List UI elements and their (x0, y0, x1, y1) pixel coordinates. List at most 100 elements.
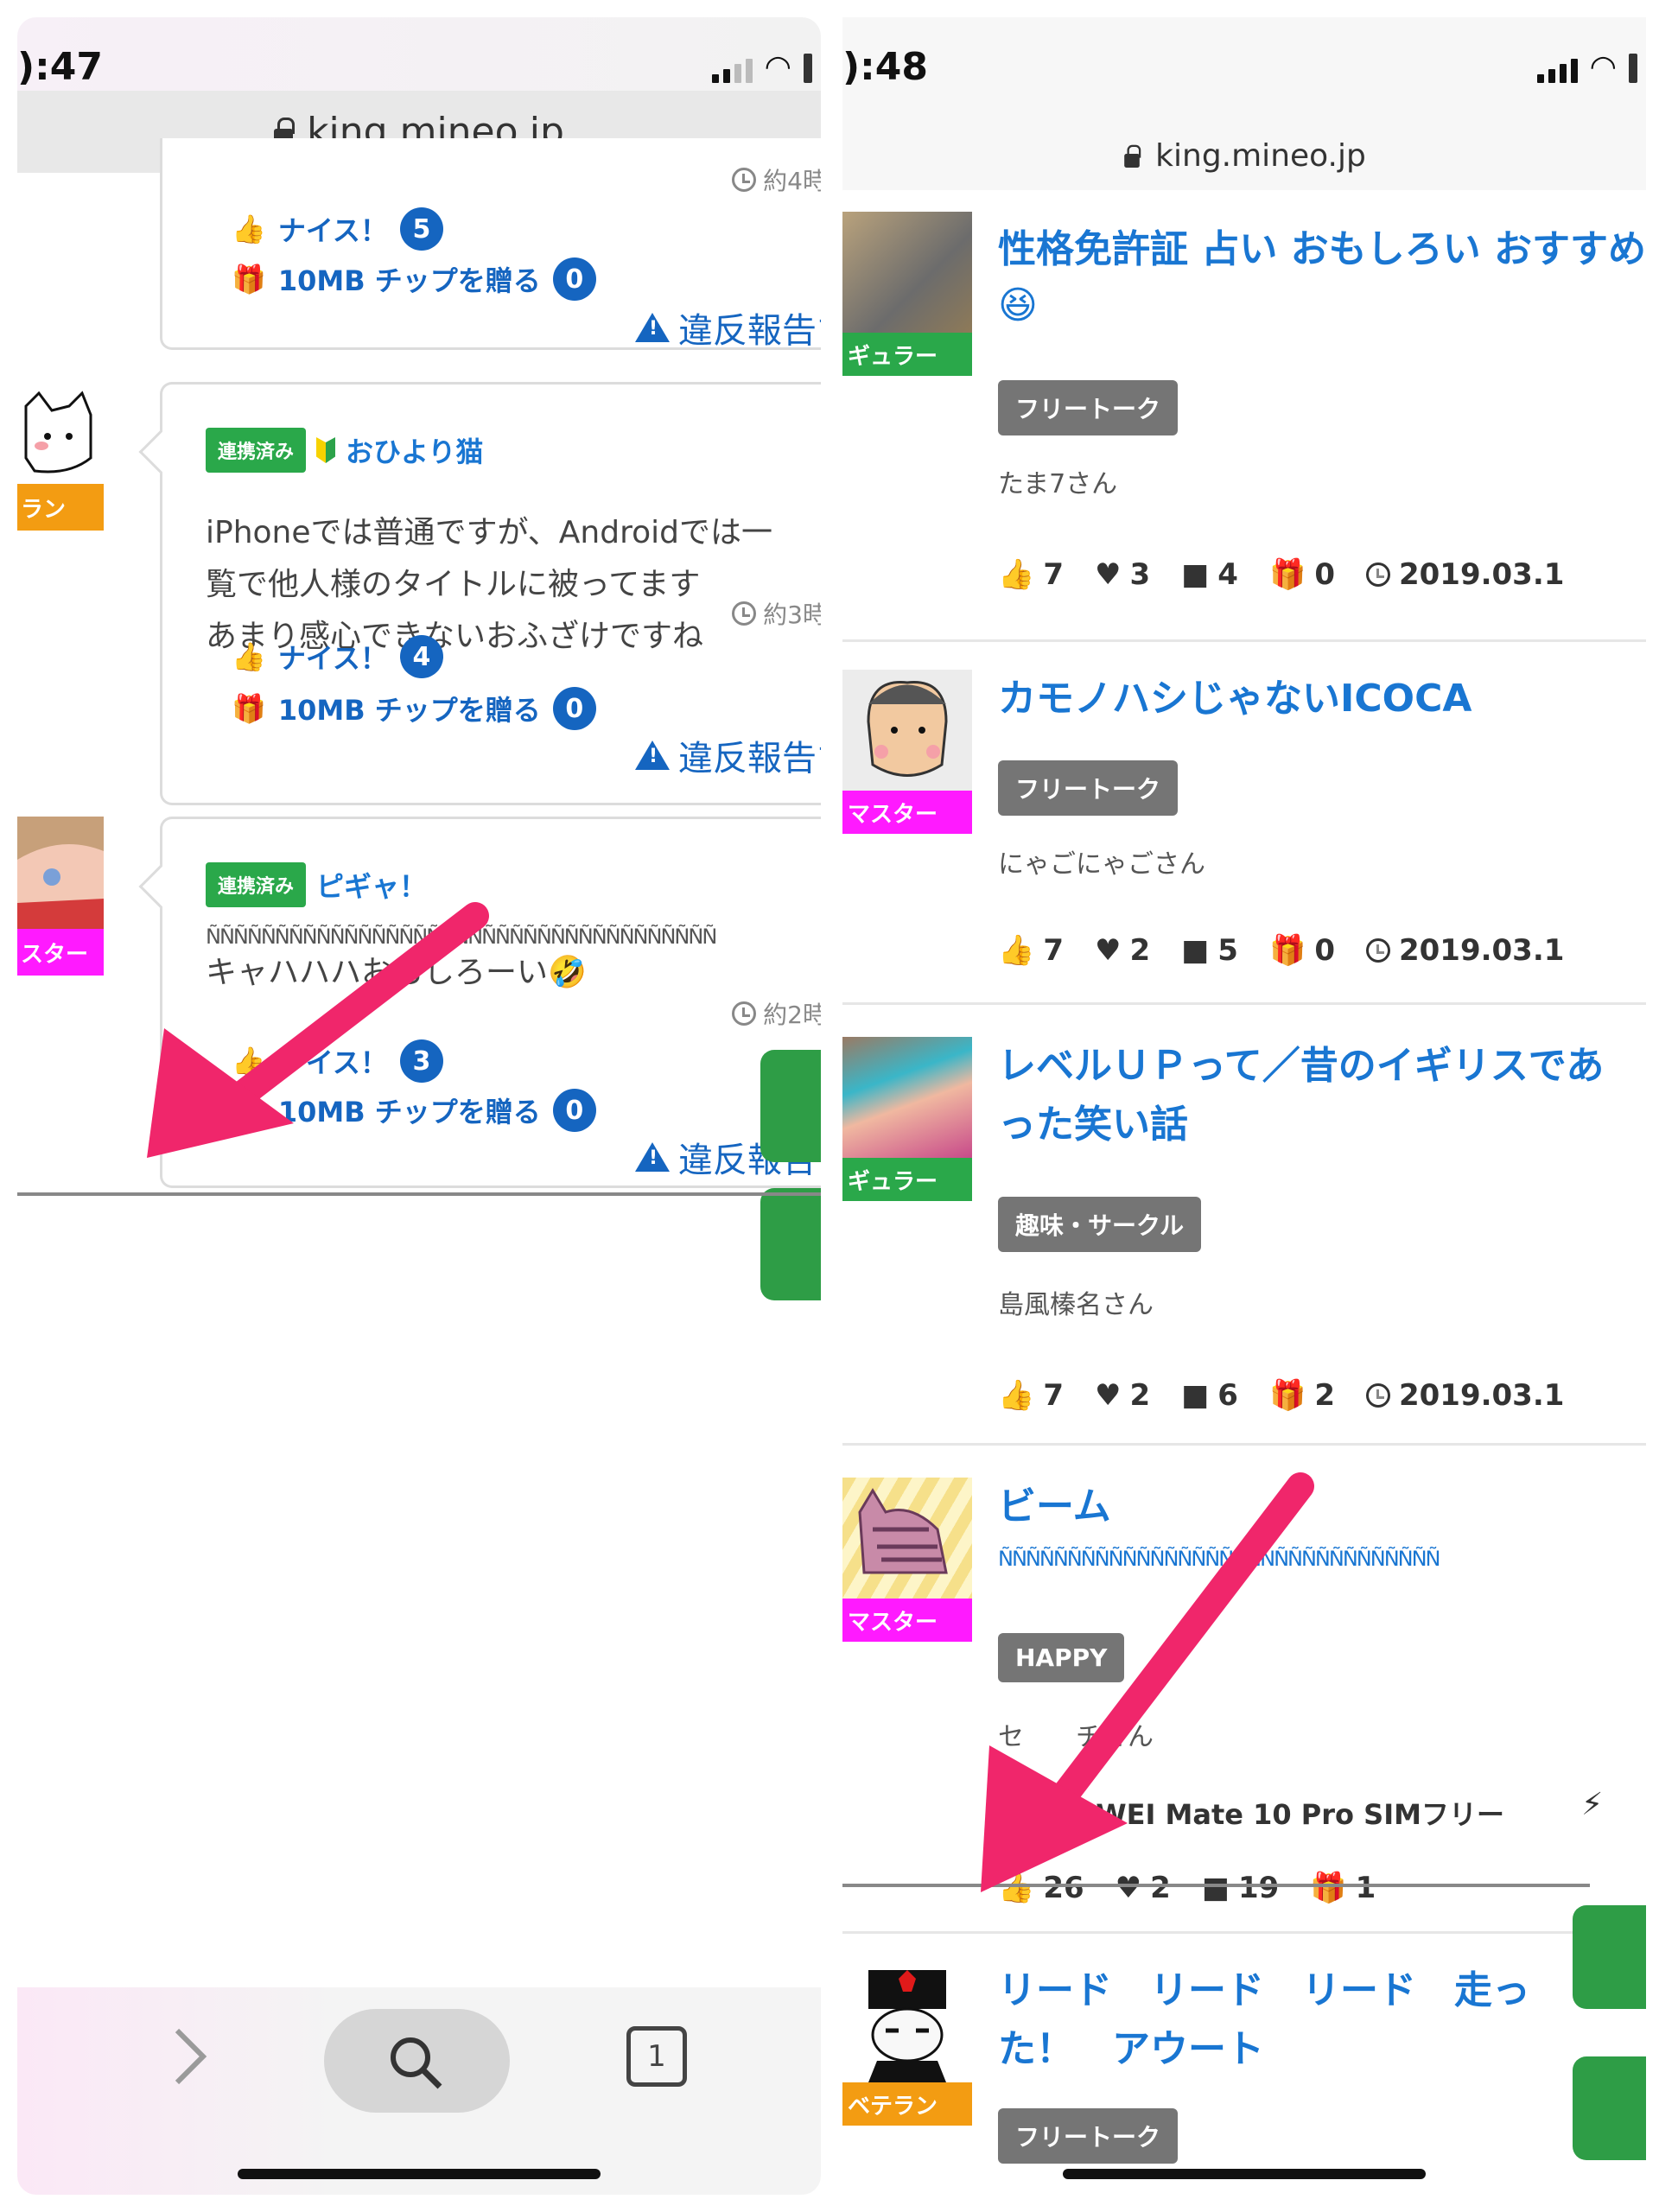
gift-icon: 🎁 (232, 263, 266, 296)
post-stats: 👍 7 ♥ 3 ■ 4 🎁 0 2019.03.1 (998, 557, 1565, 592)
thumbs-up-icon: 👍 (998, 557, 1035, 592)
address-bar[interactable]: king.mineo.jp (842, 121, 1646, 190)
heart-icon: ♥ (1095, 557, 1122, 592)
post-title-line2[interactable]: た！ アウート (998, 2020, 1646, 2079)
warning-icon (635, 1142, 670, 1172)
rank-badge: ラン (17, 484, 104, 531)
post-title[interactable]: リード リード リード 走っ (998, 1961, 1646, 2020)
floating-action-button[interactable] (1573, 2056, 1646, 2160)
home-indicator (238, 2169, 601, 2179)
post-stats: 👍 7 ♥ 2 ■ 6 🎁 2 2019.03.1 (998, 1378, 1565, 1413)
clock-icon (732, 168, 757, 192)
battery-icon (1629, 54, 1637, 83)
rank-badge: ギュラー (842, 1158, 972, 1201)
rank-badge: ギュラー (842, 333, 972, 376)
thumbs-up-icon: 👍 (998, 1378, 1035, 1413)
list-item[interactable]: マスター カモノハシじゃないICOCA フリートーク にゃごにゃごさん 👍 7 ♥… (842, 670, 1646, 1015)
post-title[interactable]: カモノハシじゃないICOCA (998, 670, 1646, 728)
wifi-icon: ◠ (764, 49, 791, 85)
avatar[interactable] (17, 389, 104, 484)
comment-time: 約2時間 (732, 996, 821, 1031)
status-icons: ◠ (1536, 52, 1637, 83)
report-link[interactable]: 違反報告す (635, 302, 821, 353)
tip-button[interactable]: 🎁10MB チップを贈る0 (232, 687, 596, 730)
category-tag[interactable]: 趣味・サークル (998, 1197, 1202, 1252)
comment-card: 約4時間 👍ナイス！5 🎁10MB チップを贈る0 違反報告す (160, 138, 821, 353)
search-icon (391, 2037, 442, 2089)
avatar: マスター (842, 670, 972, 834)
nice-button[interactable]: 👍 ナイス！ 5 (232, 207, 443, 251)
floating-action-button[interactable] (1573, 1905, 1646, 2009)
chevron-right-icon[interactable] (164, 2022, 216, 2091)
right-screenshot: ):48 ◠ king.mineo.jp ギュラー 性格免許証 占い おもしろい… (842, 17, 1646, 2195)
author-name: にゃごにゃごさん (998, 849, 1205, 880)
comment-header: 連携済み おひより猫 (206, 428, 821, 473)
tabs-count: 1 (647, 2039, 666, 2074)
comment-icon: ■ (1181, 557, 1210, 592)
username[interactable]: おひより猫 (346, 430, 483, 470)
beginner-icon (316, 437, 336, 463)
home-indicator (1063, 2169, 1426, 2179)
tabs-button[interactable]: 1 (626, 2026, 687, 2087)
avatar: ギュラー (842, 212, 972, 376)
post-title[interactable]: 性格免許証 占い おもしろい おすすめ (998, 220, 1646, 279)
category-tag[interactable]: フリートーク (998, 760, 1179, 816)
comment-icon: ■ (1181, 1378, 1210, 1413)
post-stats: 👍 7 ♥ 2 ■ 5 🎁 0 2019.03.1 (998, 933, 1565, 968)
annotation-arrow (147, 902, 489, 1158)
nice-count: 4 (399, 635, 443, 678)
rank-badge: マスター (842, 791, 972, 834)
list-item[interactable]: ベテラン リード リード リード 走っ た！ アウート フリートーク (842, 1961, 1646, 2195)
lock-icon (1124, 144, 1141, 168)
divider-line (17, 1192, 821, 1196)
post-title[interactable]: レベルＵＰって／昔のイギリスであ (998, 1037, 1646, 1096)
avatar: ギュラー (842, 1037, 972, 1201)
comment-icon: ■ (1181, 933, 1210, 968)
comment-time: 約3時間 (732, 596, 821, 631)
gift-icon: 🎁 (1268, 1378, 1306, 1413)
clock-icon (732, 1001, 757, 1026)
tip-count: 0 (552, 687, 596, 730)
warning-icon (635, 313, 670, 342)
nice-button[interactable]: 👍 ナイス！ 4 (232, 635, 443, 678)
clock-icon (1365, 563, 1390, 587)
gift-icon: 🎁 (232, 692, 266, 725)
battery-icon (804, 54, 812, 83)
left-screenshot: ):47 ◠ king.mineo.jp 約4時間 👍ナイス！5 🎁10MB チ… (17, 17, 821, 2195)
clock-icon (732, 601, 757, 626)
tip-button[interactable]: 🎁10MB チップを贈る0 (232, 257, 596, 301)
report-link[interactable]: 違反報告す (635, 730, 821, 780)
category-tag[interactable]: フリートーク (998, 2108, 1179, 2164)
tip-count: 0 (552, 257, 596, 301)
author-name: 島風榛名さん (998, 1290, 1154, 1320)
floating-action-button[interactable] (760, 1188, 821, 1300)
gift-icon: 🎁 (1268, 933, 1306, 968)
floating-action-button[interactable] (760, 1050, 821, 1162)
clock-icon (1365, 1383, 1390, 1408)
url-text: king.mineo.jp (1155, 137, 1366, 174)
clock-icon (1365, 938, 1390, 963)
thumbs-up-icon: 👍 (232, 640, 266, 673)
post-title-line2[interactable]: 😆 (998, 276, 1646, 335)
list-item[interactable]: ギュラー 性格免許証 占い おもしろい おすすめ 😆 フリートーク たま7さん … (842, 212, 1646, 644)
browser-toolbar: 1 (17, 1987, 821, 2195)
signal-icon (711, 59, 753, 83)
comment-time: 約4時間 (732, 162, 821, 197)
post-title-line2[interactable]: った笑い話 (998, 1096, 1646, 1154)
flash-icon: ⚡ (1581, 1787, 1604, 1822)
annotation-arrow (981, 1472, 1314, 1892)
heart-icon: ♥ (1095, 1378, 1122, 1413)
tip-count: 0 (552, 1089, 596, 1132)
comment-card: 連携済み おひより猫 iPhoneでは普通ですが、Androidでは一 覧で他人… (138, 382, 821, 805)
warning-icon (635, 741, 670, 770)
list-item[interactable]: ギュラー レベルＵＰって／昔のイギリスであ った笑い話 趣味・サークル 島風榛名… (842, 1037, 1646, 1452)
rank-badge: ベテラン (842, 2082, 972, 2126)
linked-badge: 連携済み (206, 428, 307, 473)
category-tag[interactable]: フリートーク (998, 380, 1179, 435)
thumbs-up-icon: 👍 (232, 213, 266, 245)
status-icons: ◠ (711, 49, 812, 85)
status-time: ):47 (17, 45, 103, 89)
search-button[interactable] (324, 2009, 510, 2113)
nice-count: 5 (399, 207, 443, 251)
author-name: たま7さん (998, 469, 1118, 499)
